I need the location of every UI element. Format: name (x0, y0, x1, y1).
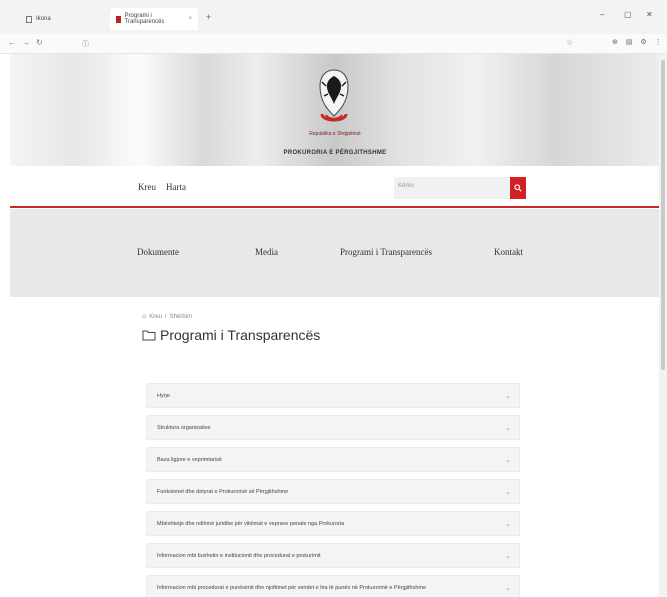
accordion-item-label: Mbështetje dhe ndihmë juridike për vikti… (157, 521, 345, 527)
emblem-logo-icon[interactable] (316, 68, 352, 126)
forward-icon[interactable]: → (22, 38, 30, 47)
menu-item-kontakt[interactable]: Kontakt (494, 247, 523, 257)
menu-item-dokumente[interactable]: Dokumente (137, 247, 179, 257)
browser-extensions-icons[interactable]: ⊕ ▤ ⚙ ⋮ (612, 38, 665, 46)
tab-page-icon (26, 15, 32, 23)
search-input[interactable]: Kërko (394, 177, 510, 199)
menu-item-programi-transparences[interactable]: Programi i Transparencës (340, 247, 432, 257)
page-title-text: Programi i Transparencës (160, 327, 321, 343)
home-icon[interactable]: ⌂ (142, 313, 146, 320)
tab-title: Programi i Transparencës (124, 13, 165, 25)
chevron-down-icon[interactable]: ⌄ (505, 520, 511, 528)
back-icon[interactable]: ← (8, 38, 16, 47)
browser-tab-active[interactable]: Programi i Transparencës × (110, 8, 198, 30)
url-field[interactable]: ⓘ (82, 37, 552, 51)
site-title[interactable]: PROKURORIA E PËRGJITHSHME (270, 150, 400, 156)
chevron-down-icon[interactable]: ⌄ (505, 456, 511, 464)
address-bar-row: ← → ↻ ⓘ ☆ ⊕ ▤ ⚙ ⋮ (0, 34, 667, 54)
breadcrumb-home[interactable]: Kreu (149, 314, 162, 320)
main-menu: Dokumente Media Programi i Transparencës… (10, 209, 659, 297)
nav-link-kreu[interactable]: Kreu (138, 182, 156, 192)
accordion-list: Hyrje ⌄ Struktura organizative ⌄ Baza ligj… (146, 383, 520, 597)
chevron-down-icon[interactable]: ⌄ (505, 392, 511, 400)
breadcrumb: ⌂ Kreu / Shërbim (142, 313, 192, 320)
page-info-icon[interactable]: ⓘ (82, 39, 89, 49)
breadcrumb-separator: / (164, 313, 167, 320)
tab-page-icon (116, 15, 121, 23)
nav-link-harta[interactable]: Harta (166, 182, 186, 192)
scrollbar-thumb[interactable] (661, 60, 665, 370)
new-tab-button[interactable]: + (206, 12, 211, 22)
vertical-scrollbar[interactable] (659, 54, 667, 597)
close-tab-icon[interactable]: × (188, 16, 192, 22)
menu-item-media[interactable]: Media (255, 247, 278, 257)
tab-title: Ikona (36, 16, 51, 22)
accordion-item-label: Struktura organizative (157, 425, 211, 431)
breadcrumb-current: Shërbim (169, 313, 192, 320)
page-title: Programi i Transparencës (142, 327, 320, 343)
accordion-item-label: Informacion mbi procedurat e punësimit d… (157, 585, 427, 591)
reload-icon[interactable]: ↻ (36, 38, 43, 47)
top-navigation: Kreu Harta (10, 166, 659, 208)
accordion-item[interactable]: Informacion mbi procedurat e punësimit d… (146, 575, 520, 597)
bookmark-star-icon[interactable]: ☆ (566, 38, 573, 47)
close-window-icon[interactable]: ✕ (646, 10, 653, 19)
search-icon (514, 184, 522, 192)
accordion-item[interactable]: Hyrje ⌄ (146, 383, 520, 408)
minimize-icon[interactable]: – (600, 10, 604, 19)
accordion-item[interactable]: Funksionet dhe detyrat e Prokurorisë së … (146, 479, 520, 504)
accordion-item[interactable]: Informacion mbi buxhetin e institucionit… (146, 543, 520, 568)
folder-icon (142, 330, 156, 341)
browser-tab-bar: Ikona Programi i Transparencës × + – ▢ ✕ (0, 0, 667, 34)
accordion-item-label: Hyrje (157, 393, 170, 399)
accordion-item[interactable]: Struktura organizative ⌄ (146, 415, 520, 440)
accordion-item-label: Funksionet dhe detyrat e Prokurorisë së … (157, 489, 289, 495)
emblem-subtitle: Republika e Shqipërisë (309, 131, 361, 137)
chevron-down-icon[interactable]: ⌄ (505, 424, 511, 432)
browser-tab[interactable]: Ikona (26, 10, 51, 28)
accordion-item[interactable]: Mbështetje dhe ndihmë juridike për vikti… (146, 511, 520, 536)
maximize-icon[interactable]: ▢ (624, 10, 632, 19)
accordion-item-label: Baza ligjore e veprimtarisë (157, 457, 222, 463)
chevron-down-icon[interactable]: ⌄ (505, 488, 511, 496)
chevron-down-icon[interactable]: ⌄ (505, 584, 511, 592)
accordion-item[interactable]: Baza ligjore e veprimtarisë ⌄ (146, 447, 520, 472)
accordion-item-label: Informacion mbi buxhetin e institucionit… (157, 553, 321, 559)
search-button[interactable] (510, 177, 526, 199)
chevron-down-icon[interactable]: ⌄ (505, 552, 511, 560)
